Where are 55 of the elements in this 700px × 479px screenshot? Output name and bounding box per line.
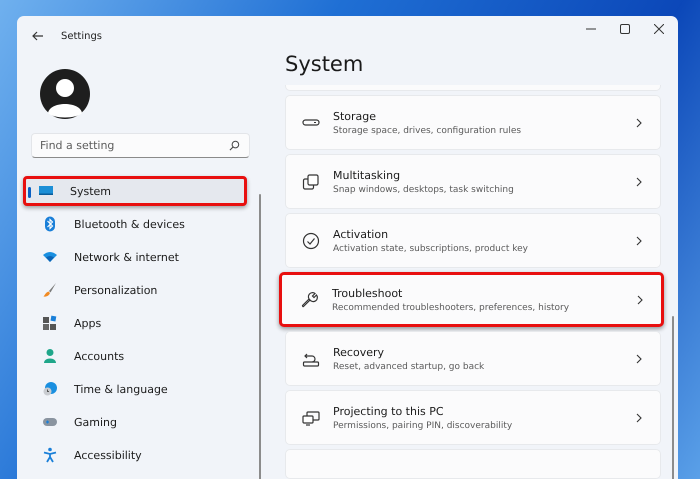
globe-clock-icon <box>42 381 58 397</box>
card-title: Troubleshoot <box>332 286 404 300</box>
chevron-right-icon <box>636 118 642 128</box>
checkmark-circle-icon <box>302 232 320 250</box>
nav-item[interactable]: Time & language <box>27 374 245 404</box>
nav-item[interactable]: Accounts <box>27 341 245 371</box>
card-title: Activation <box>333 228 390 240</box>
wifi-icon <box>42 249 58 265</box>
nav-item[interactable]: Bluetooth & devices <box>27 209 245 239</box>
settings-card[interactable]: Activation Activation state, subscriptions, product key <box>285 213 661 268</box>
wrench-icon <box>301 290 319 308</box>
accessibility-icon <box>42 447 58 463</box>
avatar-icon <box>40 69 90 119</box>
card-description: Snap windows, desktops, task switching <box>333 184 515 194</box>
settings-card[interactable]: Recovery Reset, advanced startup, go back <box>285 331 661 386</box>
scrollbar[interactable] <box>672 316 674 479</box>
apps-icon <box>42 315 58 331</box>
nav-item[interactable]: System <box>23 176 247 206</box>
card-description: Storage space, drives, configuration rules <box>333 126 522 136</box>
brush-icon <box>42 282 58 298</box>
chevron-right-icon <box>636 176 642 186</box>
chevron-right-icon <box>637 294 643 304</box>
card-description: Activation state, subscriptions, product key <box>333 244 529 254</box>
person-icon <box>42 348 58 364</box>
card-title: Storage <box>333 110 378 122</box>
nav-item[interactable]: Personalization <box>27 275 245 305</box>
card-title: Recovery <box>333 346 386 358</box>
card-description: Permissions, pairing PIN, discoverability <box>333 420 514 430</box>
settings-card[interactable]: Storage Storage space, drives, configuration rules <box>285 95 661 150</box>
drive-icon <box>302 119 320 126</box>
search-field[interactable]: Find a setting <box>31 133 250 158</box>
nav-item[interactable]: Gaming <box>27 407 245 437</box>
chevron-right-icon <box>636 354 642 364</box>
maximize-icon <box>620 24 630 34</box>
nav-item[interactable]: Accessibility <box>27 440 245 470</box>
card-title: Projecting to this PC <box>333 404 445 418</box>
scrollbar[interactable] <box>259 194 261 479</box>
windows-icon <box>302 172 320 190</box>
nav-item[interactable]: Network & internet <box>27 242 245 272</box>
close-icon <box>654 24 664 34</box>
chevron-right-icon <box>636 412 642 422</box>
card-title: Multitasking <box>333 168 402 182</box>
chevron-right-icon <box>636 236 642 246</box>
settings-card[interactable]: Multitasking Snap windows, desktops, task switching <box>285 154 661 209</box>
window-title: Settings <box>61 30 102 42</box>
search-icon <box>229 140 240 151</box>
card-description: Reset, advanced startup, go back <box>333 362 486 372</box>
card-description: Recommended troubleshooters, preferences, history <box>332 302 570 312</box>
page-title: System <box>285 52 364 78</box>
nav-item[interactable]: Apps <box>27 308 245 338</box>
back-arrow-icon[interactable] <box>32 31 44 41</box>
bluetooth-icon <box>42 216 58 232</box>
settings-card[interactable]: Projecting to this PC Permissions, pairing PIN, discoverability <box>285 390 661 445</box>
settings-card[interactable]: Troubleshoot Recommended troubleshooters, preferences, history <box>279 272 664 327</box>
monitors-icon <box>302 408 320 426</box>
